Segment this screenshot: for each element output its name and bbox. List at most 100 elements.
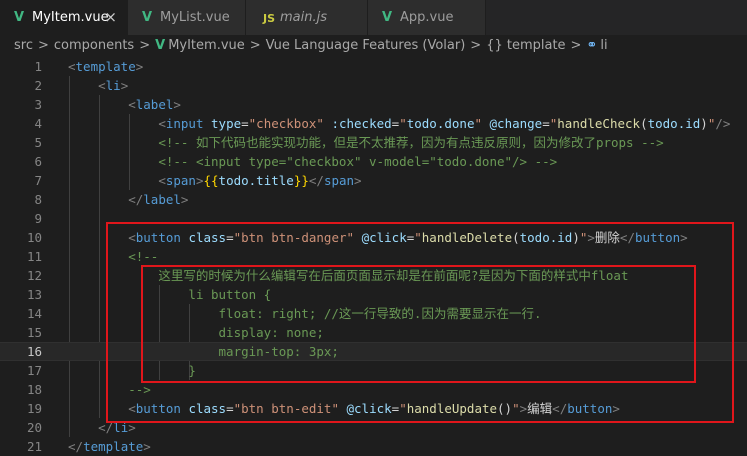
line-number: 8 (34, 192, 42, 207)
chevron-right-icon: > (570, 38, 582, 53)
code-token: > (135, 59, 144, 74)
code-line[interactable]: 1 <template> (0, 57, 747, 76)
close-icon[interactable]: × (104, 0, 117, 35)
code-token: </ (128, 192, 144, 207)
code-token: handleCheck (557, 116, 641, 131)
code-text: </template> (68, 437, 151, 456)
code-token: > (180, 192, 189, 207)
line-number: 13 (26, 287, 42, 302)
code-token: input (165, 116, 204, 131)
code-line[interactable]: 7 <span>{{todo.title}}</span> (0, 171, 747, 190)
code-token: </ (308, 173, 324, 188)
code-token: span (165, 173, 196, 188)
code-text: <!-- <input type="checkbox" v-model="tod… (68, 152, 557, 171)
tab-app-vue[interactable]: V App.vue (368, 0, 486, 35)
vue-icon: V (142, 10, 153, 25)
code-line[interactable]: 3 <label> (0, 95, 747, 114)
code-token: > (143, 439, 151, 454)
breadcrumb-item-file[interactable]: MyItem.vue (168, 35, 245, 57)
code-token: ) (700, 116, 708, 131)
code-line[interactable]: 2 <li> (0, 76, 747, 95)
line-number: 11 (26, 249, 42, 264)
code-token: </ (68, 439, 84, 454)
code-token: " (399, 116, 407, 131)
line-number: 7 (34, 173, 42, 188)
line-number: 9 (34, 211, 42, 226)
code-token: < (98, 78, 106, 93)
code-token: label (135, 97, 174, 112)
breadcrumb-item-li[interactable]: li (600, 35, 607, 57)
code-token: type (211, 116, 242, 131)
code-token: :checked (331, 116, 392, 131)
code-token: = (542, 116, 550, 131)
chevron-right-icon: > (249, 38, 261, 53)
code-token: < (158, 116, 166, 131)
vue-icon: V (155, 38, 166, 53)
tab-label: MyItem.vue (32, 10, 109, 25)
code-editor[interactable]: 1 <template> 2 <li> 3 <label> 4 <input type=… (0, 57, 747, 456)
breadcrumb-item-src[interactable]: src (0, 35, 33, 57)
code-token: < (158, 173, 166, 188)
line-number: 20 (26, 420, 42, 435)
code-line[interactable]: 6 <!-- <input type="checkbox" v-model="t… (0, 152, 747, 171)
code-token: "checkbox" (248, 116, 324, 131)
breadcrumb-item-template[interactable]: {} template (486, 35, 565, 57)
code-token: > (120, 78, 129, 93)
code-text: <template> (68, 57, 143, 76)
js-icon: JS (263, 12, 276, 25)
code-token: < (128, 97, 136, 112)
vue-icon: V (14, 10, 25, 25)
code-line[interactable]: 21 </template> (0, 437, 747, 456)
line-number: 4 (34, 116, 42, 131)
code-line[interactable]: 8 </label> (0, 190, 747, 209)
code-token: < (68, 59, 76, 74)
code-text: </label> (68, 190, 188, 209)
line-number: 14 (26, 306, 42, 321)
chevron-right-icon: > (37, 38, 49, 53)
line-number: 21 (26, 439, 42, 454)
line-number: 16 (26, 344, 42, 359)
line-number: 1 (34, 59, 42, 74)
code-token: label (143, 192, 181, 207)
editor-tab-bar: V MyItem.vue × V MyList.vue JS main.js V… (0, 0, 747, 35)
code-token: todo.done (406, 116, 475, 131)
code-token: /> (715, 116, 731, 131)
breadcrumb-item-components[interactable]: components (54, 35, 134, 57)
annotation-box-inner (141, 265, 696, 383)
code-text: <label> (68, 95, 181, 114)
code-token: span (323, 173, 355, 188)
code-token: > (354, 173, 362, 188)
code-token: template (83, 439, 144, 454)
tab-myitem-vue[interactable]: V MyItem.vue × (0, 0, 128, 35)
tab-mylist-vue[interactable]: V MyList.vue (128, 0, 246, 35)
code-token: <!-- <input type="checkbox" v-model="tod… (158, 154, 558, 169)
symbol-icon: ⚭ (586, 38, 598, 53)
tab-main-js[interactable]: JS main.js (246, 0, 368, 35)
code-token: " (474, 116, 482, 131)
code-line[interactable]: 4 <input type="checkbox" :checked="todo.… (0, 114, 747, 133)
code-token: }} (293, 173, 309, 188)
line-number: 6 (34, 154, 42, 169)
chevron-right-icon: > (139, 38, 151, 53)
code-line[interactable]: 5 <!-- 如下代码也能实现功能，但是不太推荐，因为有点违反原则，因为修改了p… (0, 133, 747, 152)
code-token: @change (489, 116, 543, 131)
code-token: {{ (203, 173, 219, 188)
code-token: todo.title (218, 173, 294, 188)
chevron-right-icon: > (470, 38, 482, 53)
line-number: 19 (26, 401, 42, 416)
breadcrumb-item-language[interactable]: Vue Language Features (Volar) (266, 35, 466, 57)
code-text: <!-- 如下代码也能实现功能，但是不太推荐，因为有点违反原则，因为修改了pro… (68, 133, 663, 152)
line-number: 12 (26, 268, 42, 283)
code-token: li (105, 78, 121, 93)
line-number: 10 (26, 230, 42, 245)
code-text: <span>{{todo.title}}</span> (68, 171, 362, 190)
tab-label: App.vue (400, 10, 454, 25)
